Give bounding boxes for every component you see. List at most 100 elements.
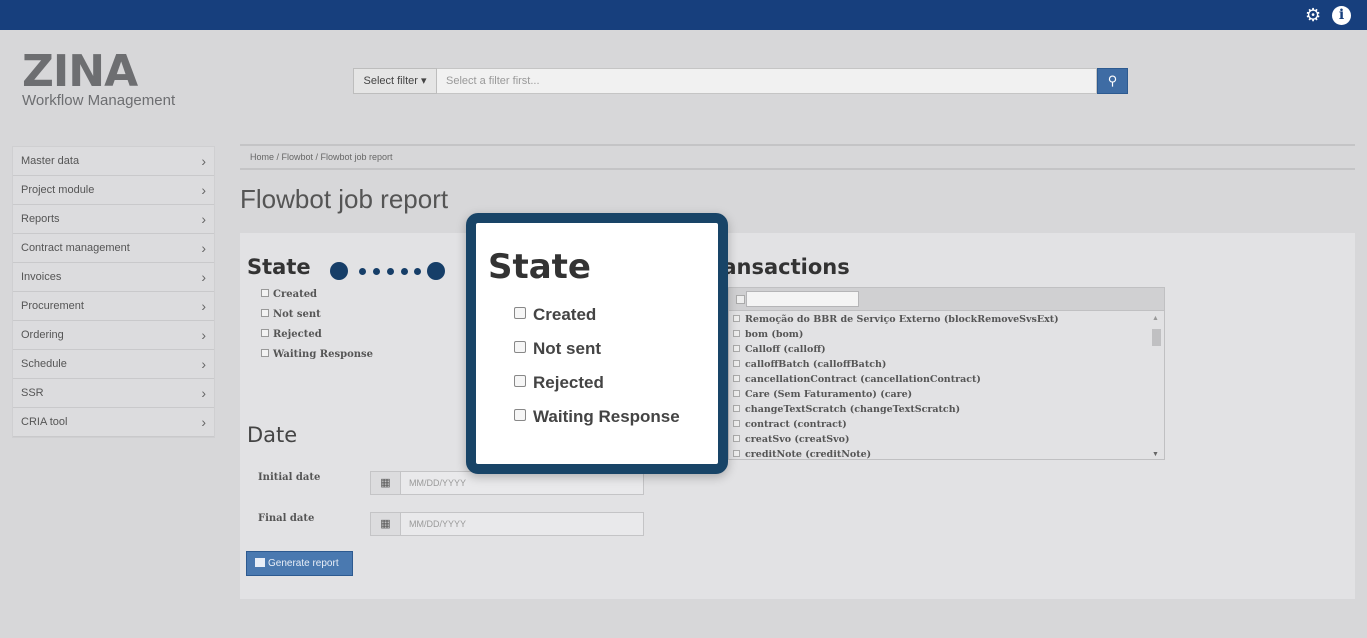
scroll-down-icon[interactable]: ▼	[1152, 451, 1159, 458]
connector-dot	[414, 268, 421, 275]
table-icon	[255, 558, 265, 567]
filter-search-input[interactable]: Select a filter first...	[437, 68, 1097, 94]
top-bar: ⚙ i	[0, 0, 1367, 30]
state-heading: State	[247, 255, 311, 279]
generate-report-button[interactable]: Generate report	[246, 551, 353, 576]
final-date-label: Final date	[258, 513, 315, 524]
list-item[interactable]: creatSvo (creatSvo)	[733, 433, 1151, 448]
chevron-right-icon: ›	[201, 211, 206, 227]
connector-dot	[359, 268, 366, 275]
filter-bar: Select filter ▾ Select a filter first...…	[353, 68, 1128, 94]
state-option-not-sent[interactable]: Not sent	[261, 309, 373, 329]
checkbox[interactable]	[733, 390, 740, 397]
scroll-thumb[interactable]	[1152, 329, 1161, 346]
select-filter-dropdown[interactable]: Select filter ▾	[353, 68, 437, 94]
checkbox[interactable]	[733, 435, 740, 442]
chevron-right-icon: ›	[201, 385, 206, 401]
checkbox[interactable]	[514, 409, 526, 421]
checkbox[interactable]	[514, 341, 526, 353]
checkbox[interactable]	[733, 450, 740, 457]
connector-dot	[401, 268, 408, 275]
connector-dot	[373, 268, 380, 275]
calendar-icon[interactable]: ▦	[371, 513, 401, 535]
callout-option-waiting-response[interactable]: Waiting Response	[514, 407, 680, 441]
sidebar-item-master-data[interactable]: Master data ›	[13, 147, 214, 176]
final-date-field[interactable]: ▦ MM/DD/YYYY	[370, 512, 644, 536]
sidebar-item-cria-tool[interactable]: CRIA tool ›	[13, 408, 214, 437]
sidebar-item-label: Schedule	[21, 358, 67, 370]
sidebar-item-label: CRIA tool	[21, 416, 68, 428]
checkbox[interactable]	[261, 349, 269, 357]
sidebar-item-label: Ordering	[21, 329, 64, 341]
state-option-created[interactable]: Created	[261, 289, 373, 309]
initial-date-input[interactable]: MM/DD/YYYY	[409, 472, 466, 494]
page-title: Flowbot job report	[240, 184, 449, 214]
checkbox[interactable]	[261, 289, 269, 297]
connector-dot	[387, 268, 394, 275]
state-option-waiting-response[interactable]: Waiting Response	[261, 349, 373, 369]
list-item[interactable]: contract (contract)	[733, 418, 1151, 433]
callout-option-rejected[interactable]: Rejected	[514, 373, 680, 407]
checkbox[interactable]	[733, 330, 740, 337]
sidebar-item-label: Master data	[21, 155, 80, 167]
initial-date-field[interactable]: ▦ MM/DD/YYYY	[370, 471, 644, 495]
sidebar-item-invoices[interactable]: Invoices ›	[13, 263, 214, 292]
checkbox[interactable]	[733, 375, 740, 382]
callout-option-not-sent[interactable]: Not sent	[514, 339, 680, 373]
state-options: Created Not sent Rejected Waiting Respon…	[261, 289, 373, 369]
sidebar-item-contract-management[interactable]: Contract management ›	[13, 234, 214, 263]
scroll-up-icon[interactable]: ▲	[1152, 315, 1159, 322]
initial-date-label: Initial date	[258, 472, 321, 483]
search-icon: ⚲	[1107, 73, 1118, 88]
sidebar-item-label: Invoices	[21, 271, 62, 283]
checkbox[interactable]	[514, 307, 526, 319]
list-item[interactable]: Care (Sem Faturamento) (care)	[733, 388, 1151, 403]
gear-icon[interactable]: ⚙	[1305, 6, 1323, 24]
select-all-checkbox[interactable]	[736, 295, 745, 304]
connector-dot	[330, 262, 348, 280]
checkbox[interactable]	[733, 360, 740, 367]
connector-dot	[427, 262, 445, 280]
search-button[interactable]: ⚲	[1097, 68, 1128, 94]
transactions-list-box: Remoção do BBR de Serviço Externo (block…	[728, 287, 1165, 460]
checkbox[interactable]	[733, 420, 740, 427]
list-item[interactable]: bom (bom)	[733, 328, 1151, 343]
sidebar-item-procurement[interactable]: Procurement ›	[13, 292, 214, 321]
sidebar-item-reports[interactable]: Reports ›	[13, 205, 214, 234]
sidebar-item-ordering[interactable]: Ordering ›	[13, 321, 214, 350]
checkbox[interactable]	[261, 309, 269, 317]
state-option-rejected[interactable]: Rejected	[261, 329, 373, 349]
transactions-scrollbar[interactable]: ▲ ▼	[1150, 315, 1162, 458]
sidebar-item-schedule[interactable]: Schedule ›	[13, 350, 214, 379]
final-date-input[interactable]: MM/DD/YYYY	[409, 513, 466, 535]
transactions-list-header	[729, 288, 1164, 311]
chevron-right-icon: ›	[201, 269, 206, 285]
list-item[interactable]: cancellationContract (cancellationContra…	[733, 373, 1151, 388]
sidebar-item-project-module[interactable]: Project module ›	[13, 176, 214, 205]
checkbox[interactable]	[261, 329, 269, 337]
chevron-right-icon: ›	[201, 414, 206, 430]
sidebar-item-ssr[interactable]: SSR ›	[13, 379, 214, 408]
chevron-right-icon: ›	[201, 153, 206, 169]
logo-tagline: Workflow Management	[22, 92, 176, 109]
list-item[interactable]: creditNote (creditNote)	[733, 448, 1151, 463]
info-icon[interactable]: i	[1332, 6, 1351, 25]
checkbox[interactable]	[733, 405, 740, 412]
list-item[interactable]: Calloff (calloff)	[733, 343, 1151, 358]
checkbox[interactable]	[733, 315, 740, 322]
list-item[interactable]: calloffBatch (calloffBatch)	[733, 358, 1151, 373]
calendar-icon[interactable]: ▦	[371, 472, 401, 494]
checkbox[interactable]	[514, 375, 526, 387]
callout-option-created[interactable]: Created	[514, 305, 680, 339]
list-item[interactable]: changeTextScratch (changeTextScratch)	[733, 403, 1151, 418]
chevron-right-icon: ›	[201, 240, 206, 256]
list-item[interactable]: Remoção do BBR de Serviço Externo (block…	[733, 313, 1151, 328]
transactions-search-input[interactable]	[746, 291, 859, 307]
date-heading: Date	[247, 423, 298, 447]
callout-options: Created Not sent Rejected Waiting Respon…	[514, 305, 680, 441]
logo: ZINA Workflow Management	[22, 50, 192, 112]
callout-connector	[330, 262, 448, 280]
breadcrumb[interactable]: Home / Flowbot / Flowbot job report	[240, 144, 1355, 170]
chevron-right-icon: ›	[201, 356, 206, 372]
checkbox[interactable]	[733, 345, 740, 352]
